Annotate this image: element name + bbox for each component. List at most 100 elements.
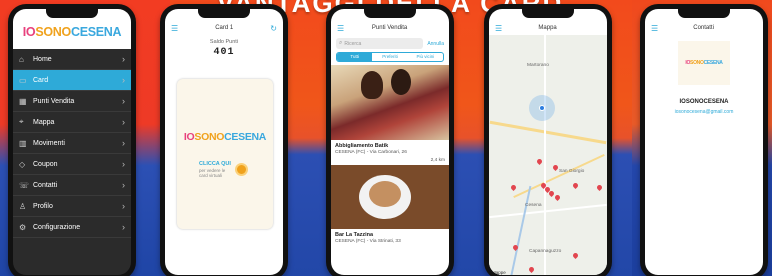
hamburger-menu-icon[interactable]: ☰: [651, 24, 658, 33]
tag-icon: ◇: [19, 159, 26, 169]
card-screen: ☰ Card 1 ↻ Saldo Punti 401 IOSONOCESENA …: [165, 9, 283, 275]
tab-tutti[interactable]: Tutti: [337, 53, 373, 61]
logo-io: IO: [22, 25, 36, 39]
menu-item-configurazione[interactable]: ⚙ Configurazione ›: [13, 217, 131, 238]
menu-item-contatti[interactable]: ☏ Contatti ›: [13, 175, 131, 196]
map-pin-icon[interactable]: [553, 193, 562, 202]
menu-item-label: Coupon: [33, 160, 58, 168]
map-label: San Giorgio: [559, 169, 585, 174]
map-pin-icon[interactable]: [571, 251, 580, 260]
map-pin-icon[interactable]: [527, 265, 536, 274]
phone-map: ☰ Mappa Martorano Cesena Capannaguzzo Sa…: [484, 4, 612, 276]
menu-item-label: Home: [33, 55, 52, 63]
refresh-icon[interactable]: ↻: [270, 24, 277, 33]
search-bar: ⌕ Ricerca Annulla: [336, 38, 444, 49]
phone-contacts: ☰ Contatti IOSONOCESENA IOSONOCESENA ios…: [640, 4, 768, 276]
home-icon: ⌂: [19, 54, 24, 64]
logo-io: IO: [183, 131, 195, 143]
logo-sono: SONO: [194, 131, 225, 143]
logo-cesena: CESENA: [70, 25, 122, 39]
logo-sono: SONO: [690, 60, 704, 66]
menu-item-label: Movimenti: [33, 139, 65, 147]
map-screen: ☰ Mappa Martorano Cesena Capannaguzzo Sa…: [489, 9, 607, 275]
cta-main-label: CLICCA QUI: [199, 161, 231, 167]
store-address: CESENA (FC) - Via Carbonari, 26: [335, 150, 407, 155]
contacts-screen: ☰ Contatti IOSONOCESENA IOSONOCESENA ios…: [645, 9, 763, 275]
card-topbar: ☰ Card 1 ↻: [165, 21, 283, 35]
virtual-cards-link[interactable]: CLICCA QUI per vedere le card virtuali: [199, 161, 248, 178]
map-road: [544, 35, 546, 275]
sun-icon: [234, 163, 248, 177]
menu-screen: IOSONOCESENA ⌂ Home › ▭ Card › ▦ Punti Vendita ›…: [13, 9, 131, 275]
map-pin-icon[interactable]: [509, 183, 518, 192]
phone-notch: [522, 9, 574, 18]
map-pin-icon[interactable]: [535, 157, 544, 166]
menu-item-home[interactable]: ⌂ Home ›: [13, 49, 131, 70]
current-location-icon: [539, 105, 545, 111]
map-pin-icon[interactable]: [551, 163, 560, 172]
phone-notch: [364, 9, 416, 18]
store-distance: 2,4 km: [430, 158, 445, 163]
map-pin-icon[interactable]: [595, 183, 604, 192]
chevron-right-icon: ›: [122, 138, 125, 148]
menu-item-label: Profilo: [33, 202, 53, 210]
gear-icon: ⚙: [19, 222, 27, 232]
store-image-tazzina[interactable]: [331, 165, 449, 229]
user-icon: ♙: [19, 201, 27, 211]
store-name: Bar La Tazzina: [335, 232, 374, 238]
search-placeholder: Ricerca: [344, 40, 362, 47]
chevron-right-icon: ›: [122, 222, 125, 232]
logo-sono: SONO: [35, 25, 71, 39]
hamburger-menu-icon[interactable]: ☰: [171, 24, 178, 33]
stores-title: Punti Vendita: [371, 25, 408, 31]
loyalty-card[interactable]: IOSONOCESENA CLICCA QUI per vedere le ca…: [177, 79, 273, 229]
phone-notch: [198, 9, 250, 18]
cta-sub-label-2: card virtuali: [199, 172, 223, 178]
menu-item-profilo[interactable]: ♙ Profilo ›: [13, 196, 131, 217]
map-road: [489, 120, 607, 145]
menu-item-label: Mappa: [33, 118, 55, 126]
search-input[interactable]: ⌕ Ricerca: [336, 38, 424, 49]
river: [508, 185, 532, 275]
logo-cesena: CESENA: [703, 60, 723, 66]
map-label: Cesena: [525, 203, 542, 208]
tab-più-vicini[interactable]: Più vicini: [408, 53, 443, 61]
store-item[interactable]: Bar La Tazzina CESENA (FC) - Via Strinat…: [331, 229, 449, 254]
contacts-title: Contatti: [693, 25, 714, 31]
menu-item-mappa[interactable]: ⌖ Mappa ›: [13, 112, 131, 133]
search-cancel-button[interactable]: Annulla: [427, 41, 444, 47]
stores-topbar: ☰ Punti Vendita: [331, 21, 449, 35]
store-image-batik[interactable]: [331, 65, 449, 140]
card-icon: ▭: [19, 75, 27, 85]
hamburger-menu-icon[interactable]: ☰: [337, 24, 344, 33]
map-title: Mappa: [538, 25, 557, 31]
menu-item-punti-vendita[interactable]: ▦ Punti Vendita ›: [13, 91, 131, 112]
chevron-right-icon: ›: [122, 117, 125, 127]
store-address: CESENA (FC) - Via Strinati, 33: [335, 239, 401, 244]
contact-email-link[interactable]: iosonocesena@gmail.com: [645, 109, 763, 115]
hamburger-menu-icon[interactable]: ☰: [495, 24, 502, 33]
map-credit: Mappe: [492, 270, 506, 275]
map-pin-icon[interactable]: [571, 181, 580, 190]
card-logo: IOSONOCESENA: [177, 131, 273, 143]
store-item[interactable]: Abbigliamento Batik CESENA (FC) - Via Ca…: [331, 140, 449, 165]
contacts-topbar: ☰ Contatti: [645, 21, 763, 35]
phone-card: ☰ Card 1 ↻ Saldo Punti 401 IOSONOCESENA …: [160, 4, 288, 276]
phone-notch: [46, 9, 98, 18]
saldo-label: Saldo Punti: [209, 39, 239, 45]
menu-item-label: Card: [33, 76, 49, 84]
contact-logo-card: IOSONOCESENA: [678, 41, 730, 85]
contact-name: IOSONOCESENA: [679, 99, 729, 105]
logo-cesena: CESENA: [224, 131, 267, 143]
menu-item-movimenti[interactable]: ▥ Movimenti ›: [13, 133, 131, 154]
menu-item-label: Configurazione: [33, 223, 81, 231]
card-title: Card 1: [215, 25, 234, 31]
tab-preferiti[interactable]: Preferiti: [372, 53, 407, 61]
chevron-right-icon: ›: [122, 201, 125, 211]
phone-notch: [678, 9, 730, 18]
menu-item-card[interactable]: ▭ Card ›: [13, 70, 131, 91]
map-view[interactable]: Martorano Cesena Capannaguzzo San Giorgi…: [489, 35, 607, 275]
search-icon: ⌕: [339, 40, 343, 46]
menu-item-label: Contatti: [33, 181, 58, 189]
menu-item-coupon[interactable]: ◇ Coupon ›: [13, 154, 131, 175]
